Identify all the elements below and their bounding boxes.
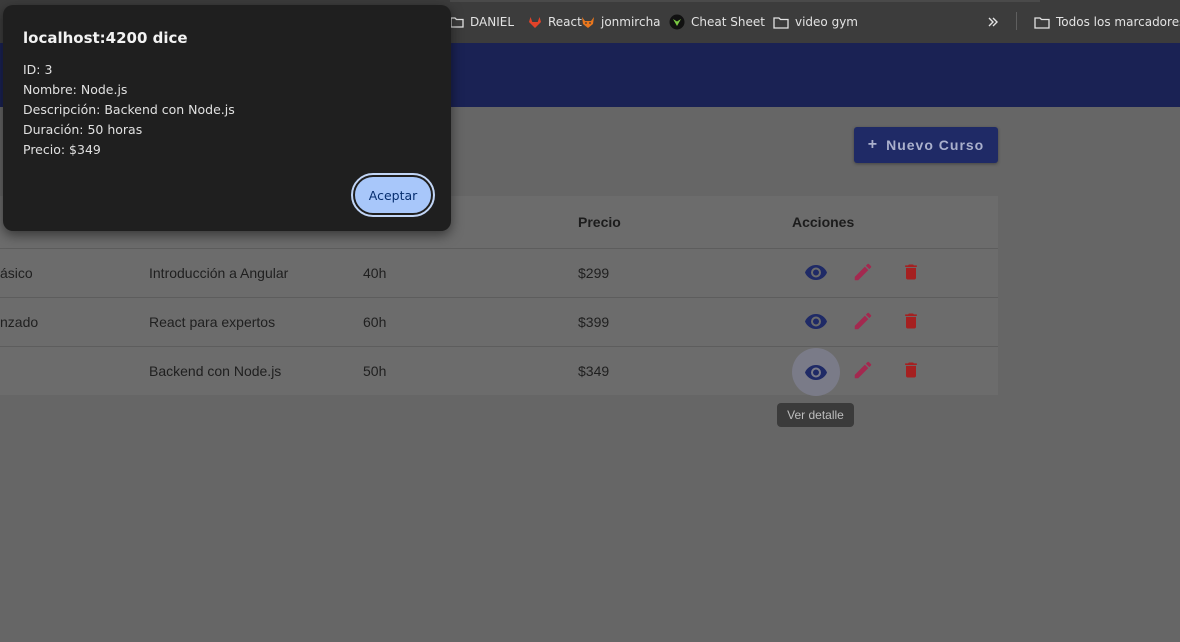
edit-button[interactable] xyxy=(843,350,883,390)
delete-button[interactable] xyxy=(891,350,931,390)
alert-dialog: localhost:4200 dice ID: 3 Nombre: Node.j… xyxy=(3,5,451,231)
plus-icon: + xyxy=(867,136,879,153)
fox-icon xyxy=(582,16,594,28)
folder-icon xyxy=(773,16,789,29)
bookmark-jonmircha[interactable]: jonmircha xyxy=(581,13,661,31)
bookmark-cheat-sheet[interactable]: Cheat Sheet xyxy=(669,13,765,31)
dialog-line-id: ID: 3 xyxy=(23,62,53,77)
accept-button[interactable]: Aceptar xyxy=(351,173,435,217)
folder-icon xyxy=(1034,16,1050,29)
edit-button[interactable] xyxy=(843,301,883,341)
dialog-line-descripcion: Descripción: Backend con Node.js xyxy=(23,102,235,117)
dialog-line-nombre: Nombre: Node.js xyxy=(23,82,128,97)
table-row: nzado React para expertos 60h $399 xyxy=(0,297,998,347)
pencil-icon xyxy=(854,263,872,281)
cell-descripcion: React para expertos xyxy=(149,313,276,330)
trash-icon xyxy=(905,264,917,280)
dialog-line-duracion: Duración: 50 horas xyxy=(23,122,143,137)
dialog-message: ID: 3 Nombre: Node.js Descripción: Backe… xyxy=(23,60,235,160)
tooltip-ver-detalle: Ver detalle xyxy=(777,403,854,427)
all-bookmarks-button[interactable]: Todos los marcadores xyxy=(1034,13,1180,31)
bookmarks-overflow-button[interactable] xyxy=(987,13,999,31)
view-button[interactable] xyxy=(796,301,836,341)
bookmark-label: React xyxy=(548,15,582,29)
all-bookmarks-label: Todos los marcadores xyxy=(1056,15,1180,29)
bookmark-daniel[interactable]: DANIEL xyxy=(450,13,514,31)
bookmark-label: Cheat Sheet xyxy=(691,15,765,29)
new-course-label: Nuevo Curso xyxy=(886,137,985,153)
cell-precio: $299 xyxy=(578,264,610,281)
bookmark-react[interactable]: React xyxy=(528,13,582,31)
pencil-icon xyxy=(854,312,872,330)
table-row: Backend con Node.js 50h $349 xyxy=(0,346,998,396)
gitlab-icon xyxy=(529,16,541,28)
bookmark-label: video gym xyxy=(795,15,858,29)
header-precio: Precio xyxy=(578,214,621,230)
pencil-icon xyxy=(854,361,872,379)
delete-button[interactable] xyxy=(891,301,931,341)
chevron-double-right-icon xyxy=(988,17,998,27)
cell-precio: $349 xyxy=(578,362,610,379)
cell-duracion: 60h xyxy=(363,313,387,330)
eye-icon xyxy=(805,314,827,329)
cell-nivel: nzado xyxy=(0,313,39,330)
eye-icon xyxy=(805,265,827,280)
view-button[interactable] xyxy=(792,348,840,396)
tab-strip-edge xyxy=(450,0,1040,2)
delete-button[interactable] xyxy=(891,252,931,292)
edit-button[interactable] xyxy=(843,252,883,292)
view-button[interactable] xyxy=(796,252,836,292)
new-course-button[interactable]: + Nuevo Curso xyxy=(854,127,998,163)
eye-icon xyxy=(805,365,827,380)
cell-descripcion: Introducción a Angular xyxy=(149,264,289,281)
header-acciones: Acciones xyxy=(792,214,855,230)
bookmark-label: jonmircha xyxy=(601,15,661,29)
cell-precio: $399 xyxy=(578,313,610,330)
cell-duracion: 50h xyxy=(363,362,387,379)
trash-icon xyxy=(905,313,917,329)
cheat-sheet-icon xyxy=(669,14,685,30)
cell-descripcion: Backend con Node.js xyxy=(149,362,282,379)
table-row: ásico Introducción a Angular 40h $299 xyxy=(0,248,998,298)
bookmark-label: DANIEL xyxy=(470,15,515,29)
dialog-title: localhost:4200 dice xyxy=(23,29,188,47)
cell-duracion: 40h xyxy=(363,264,387,281)
dialog-line-precio: Precio: $349 xyxy=(23,142,101,157)
bookmarks-separator xyxy=(1016,12,1017,30)
folder-icon xyxy=(450,17,464,28)
cell-nivel: ásico xyxy=(0,264,33,281)
bookmark-video-gym[interactable]: video gym xyxy=(773,13,858,31)
trash-icon xyxy=(905,362,917,378)
